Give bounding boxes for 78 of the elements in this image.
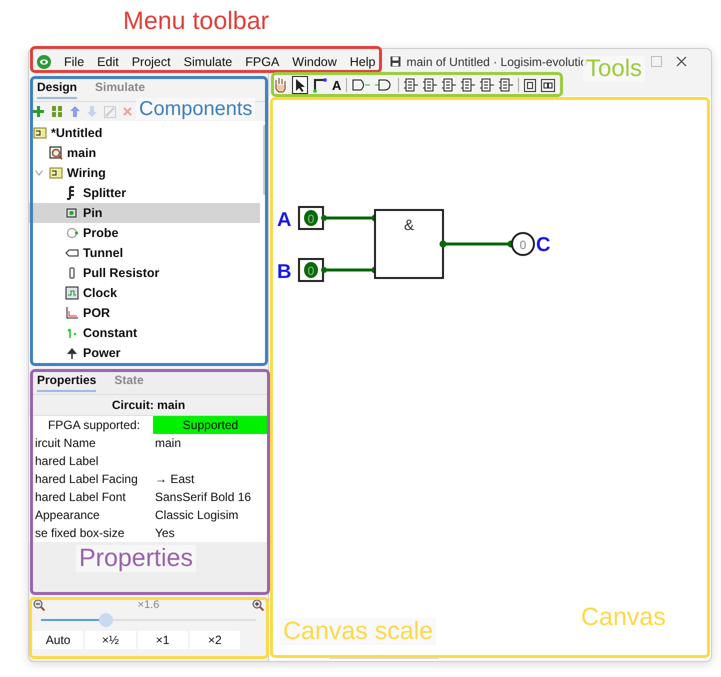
tab[interactable]: Properties (37, 373, 96, 392)
tree-item[interactable]: main (29, 143, 260, 163)
component-icon[interactable] (404, 78, 418, 92)
property-name: FPGA supported: (46, 418, 142, 432)
annotation-label: Canvas scale (280, 618, 436, 645)
zoom-slider[interactable] (41, 613, 256, 627)
menu-item[interactable]: Simulate (184, 54, 232, 68)
pointer-icon[interactable] (292, 76, 308, 94)
annotation-label: Properties (76, 545, 196, 572)
zoom-button[interactable]: ×2 (190, 631, 240, 649)
hand-icon[interactable] (273, 77, 287, 93)
flip-flop-icon[interactable] (524, 78, 536, 92)
magnifier-icon (49, 146, 63, 160)
tree-item[interactable]: Constant (29, 323, 260, 343)
tree-item[interactable]: Power (29, 343, 260, 363)
tab[interactable]: Design (37, 80, 78, 99)
property-name: hared Label (35, 454, 100, 468)
property-name: se fixed box-size (35, 526, 126, 540)
menu-item[interactable]: Project (132, 54, 171, 68)
slider-thumb[interactable] (98, 613, 112, 627)
property-value[interactable]: SansSerif Bold 16 (153, 490, 268, 504)
power-icon (65, 346, 79, 360)
clock-icon (65, 286, 79, 300)
tree-item[interactable]: POR (29, 303, 260, 323)
zoom-button[interactable]: Auto (33, 631, 84, 649)
probe-icon (65, 226, 79, 240)
circuit-drawing[interactable]: A 0 B 0 & 0 C (269, 96, 564, 296)
text-tool[interactable]: A (332, 78, 342, 92)
property-name: ircuit Name (35, 436, 97, 450)
tree-item[interactable]: Tunnel (29, 243, 260, 263)
annotation-label: Components (136, 98, 256, 120)
component-icon[interactable] (442, 78, 456, 92)
chevron-icon[interactable] (35, 170, 43, 176)
annotation-label: Menu toolbar (122, 8, 270, 35)
zoom-button[interactable]: ×½ (85, 631, 136, 649)
buffer-gate-icon[interactable] (352, 79, 370, 91)
tree-item[interactable]: Probe (29, 223, 260, 243)
menu-item[interactable]: Window (292, 54, 337, 68)
property-name: Appearance (35, 508, 101, 522)
and-gate-icon[interactable] (375, 79, 394, 91)
zoom-in-icon[interactable] (252, 599, 264, 611)
zoom-out-icon[interactable] (33, 599, 45, 611)
tree-item[interactable]: Splitter (29, 183, 260, 203)
property-name: hared Label Facing (35, 472, 139, 486)
component-icon[interactable] (461, 78, 476, 92)
zoom-label: ×1.6 (138, 599, 160, 611)
constant-icon (65, 326, 79, 340)
property-name: hared Label Font (35, 490, 127, 504)
tree-item[interactable]: Pull Resistor (29, 263, 260, 283)
annotation-label: Canvas (580, 604, 667, 631)
tree-item[interactable]: Wiring (29, 163, 260, 183)
tree-item[interactable]: *Untitled (29, 123, 260, 143)
circuit-folder-icon (33, 126, 47, 140)
menu-item[interactable]: Edit (97, 54, 119, 68)
menu-item[interactable]: File (64, 54, 84, 68)
step-icon (65, 306, 79, 320)
menu-item[interactable]: FPGA (245, 54, 280, 68)
circuit-folder-icon (49, 166, 63, 180)
zoom-button[interactable]: ×1 (138, 631, 188, 649)
app-logo-icon (37, 54, 51, 68)
tree-item[interactable]: Pin (29, 203, 260, 223)
save-icon (390, 56, 402, 67)
property-value[interactable]: Yes (153, 526, 268, 540)
window-title: main of Untitled · Logisim-evolutio (406, 54, 588, 68)
property-value[interactable]: main (153, 436, 268, 450)
register-icon[interactable] (541, 78, 556, 92)
close-icon[interactable] (676, 56, 687, 67)
component-icon[interactable] (480, 78, 494, 92)
component-icon[interactable] (423, 78, 438, 92)
property-value[interactable]: Classic Logisim (153, 508, 268, 522)
status-value: Supported (153, 416, 268, 434)
component-icon[interactable] (499, 78, 514, 92)
tree-item[interactable]: Clock (29, 283, 260, 303)
menu-item[interactable]: Help (350, 54, 376, 68)
wire-icon[interactable] (313, 77, 327, 93)
pin-icon (65, 206, 79, 220)
add-icon[interactable] (33, 106, 44, 117)
property-value[interactable]: → East (153, 472, 268, 486)
